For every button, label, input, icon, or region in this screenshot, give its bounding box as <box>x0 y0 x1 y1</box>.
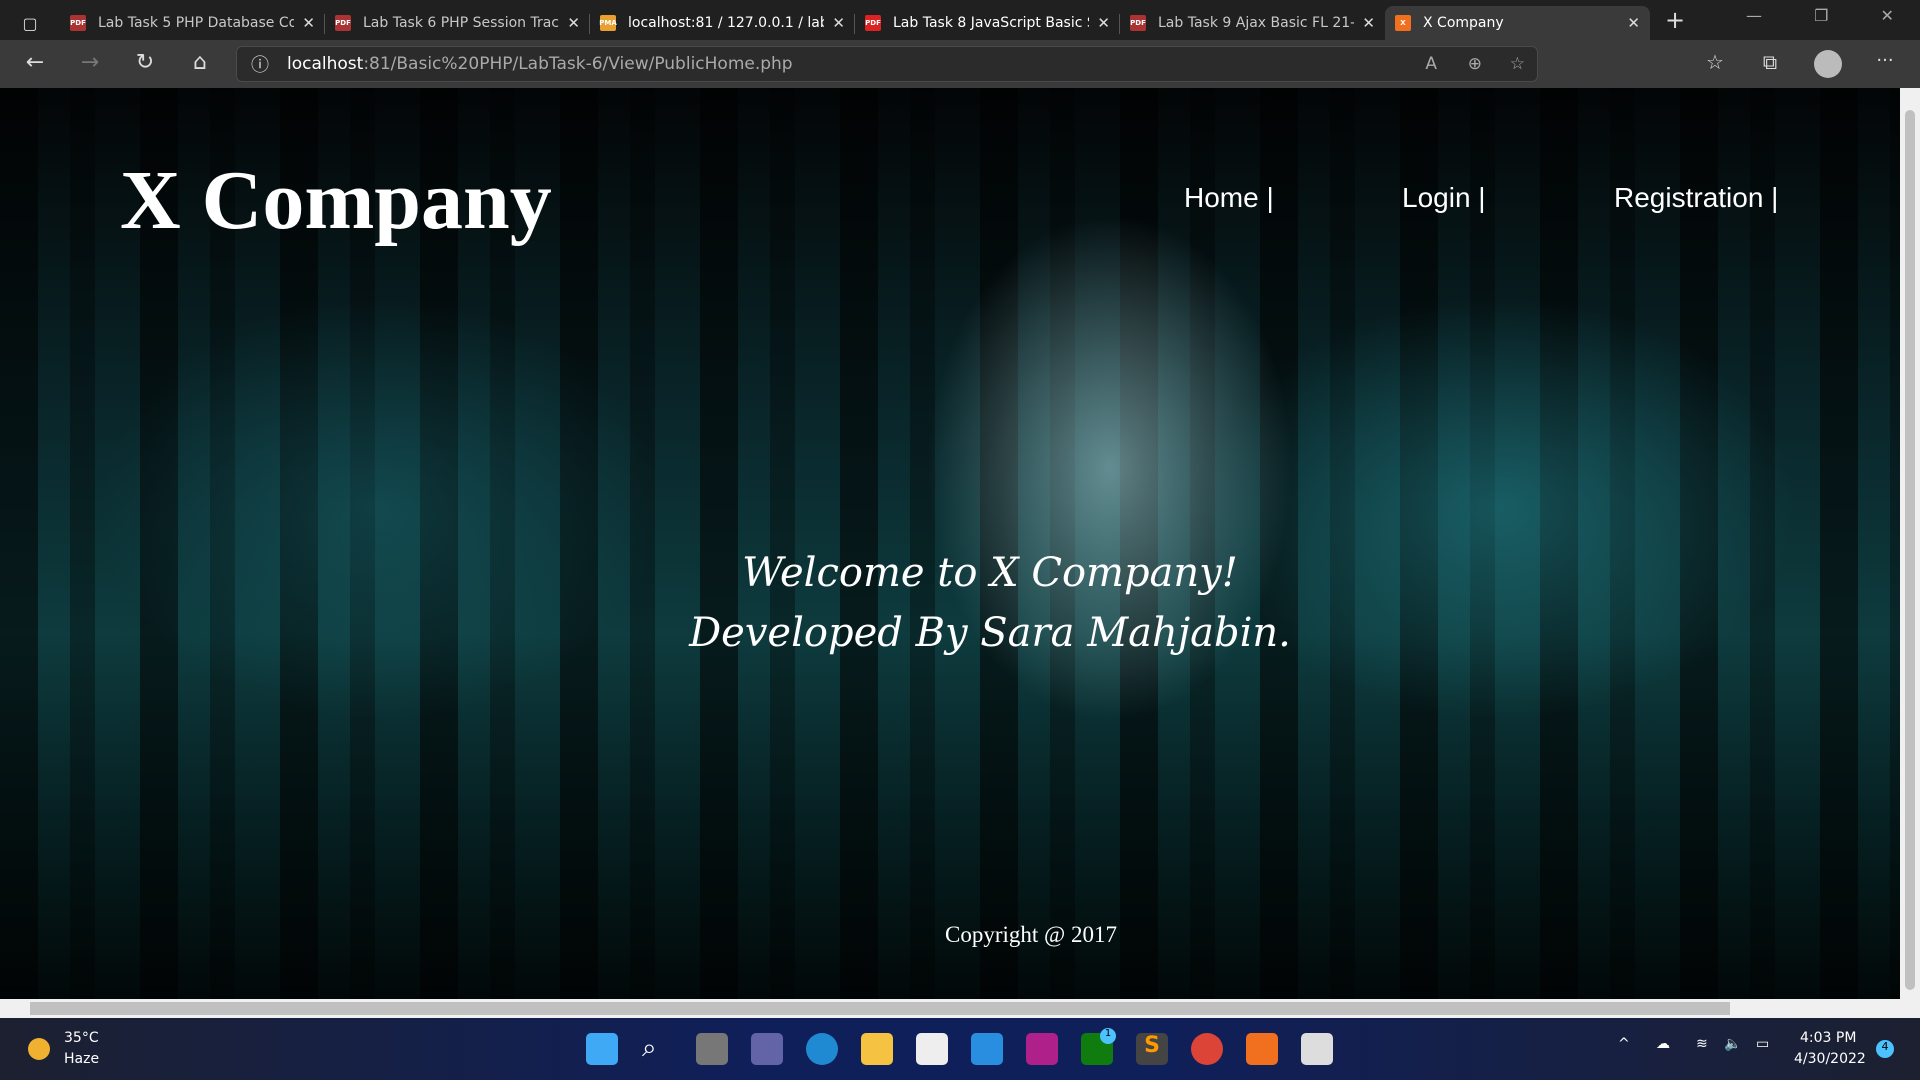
mail-icon[interactable] <box>971 1033 1003 1065</box>
collections-icon[interactable]: ⧉ <box>1755 50 1785 74</box>
notification-badge[interactable]: 4 <box>1876 1040 1894 1058</box>
nav-registration[interactable]: Registration | <box>1614 182 1778 214</box>
weather-temp[interactable]: 35°C <box>64 1030 99 1046</box>
search-icon[interactable]: ⌕ <box>642 1033 674 1065</box>
vertical-scrollbar[interactable] <box>1900 88 1920 999</box>
refresh-icon[interactable]: ↻ <box>130 50 160 75</box>
pdf-icon: PDF <box>1130 15 1146 31</box>
tab[interactable]: PMA localhost:81 / 127.0.0.1 / lab ✕ <box>590 6 855 40</box>
tab-active[interactable]: X X Company ✕ <box>1385 6 1650 40</box>
scrollbar-thumb[interactable] <box>30 1002 1730 1015</box>
tab-title: Lab Task 8 JavaScript Basic S <box>893 15 1090 31</box>
welcome-message: Welcome to X Company! Developed By Sara … <box>0 543 1900 663</box>
battery-icon[interactable]: ▭ <box>1756 1036 1769 1052</box>
minimize-button[interactable]: — <box>1746 6 1762 25</box>
close-icon[interactable]: ✕ <box>832 14 845 32</box>
copyright: Copyright @ 2017 <box>945 922 1117 947</box>
address-bar[interactable]: ⓘ localhost:81/Basic%20PHP/LabTask-6/Vie… <box>236 46 1538 82</box>
add-favorite-icon[interactable]: ☆ <box>1510 54 1525 74</box>
onedrive-icon[interactable]: ☁ <box>1656 1036 1670 1052</box>
nav-login[interactable]: Login | <box>1402 182 1486 214</box>
xampp-icon[interactable] <box>1246 1033 1278 1065</box>
clock-time[interactable]: 4:03 PM <box>1800 1030 1856 1046</box>
chrome-icon[interactable] <box>1191 1033 1223 1065</box>
weather-icon[interactable] <box>28 1038 50 1060</box>
xbox-badge: 1 <box>1100 1028 1116 1044</box>
tab[interactable]: PDF Lab Task 6 PHP Session Trac ✕ <box>325 6 590 40</box>
phpmyadmin-icon: PMA <box>599 15 617 31</box>
store-icon[interactable] <box>916 1033 948 1065</box>
close-icon[interactable]: ✕ <box>567 14 580 32</box>
weather-desc[interactable]: Haze <box>64 1051 99 1067</box>
restore-button[interactable]: ❐ <box>1814 6 1828 25</box>
site-logo: X Company <box>120 154 552 247</box>
xampp-icon: X <box>1395 15 1411 31</box>
close-window-button[interactable]: ✕ <box>1881 6 1894 25</box>
pdf-icon: PDF <box>70 15 86 31</box>
sublime-icon[interactable]: S <box>1136 1033 1168 1065</box>
url-host: localhost <box>287 54 364 74</box>
info-icon[interactable]: ⓘ <box>251 51 269 77</box>
home-icon[interactable]: ⌂ <box>185 50 215 75</box>
podcast-icon[interactable] <box>1026 1033 1058 1065</box>
snipping-tool-icon[interactable] <box>1301 1033 1333 1065</box>
zoom-icon[interactable]: ⊕ <box>1468 54 1482 74</box>
nav-home[interactable]: Home | <box>1184 182 1274 214</box>
tray-overflow-icon[interactable]: ^ <box>1618 1036 1630 1052</box>
tab-title: Lab Task 6 PHP Session Trac <box>363 15 559 31</box>
favorites-icon[interactable]: ☆ <box>1700 50 1730 74</box>
tab-title: Lab Task 9 Ajax Basic FL 21- <box>1158 15 1355 31</box>
pdf-icon: PDF <box>335 15 351 31</box>
more-icon[interactable]: ··· <box>1870 50 1900 71</box>
horizontal-scrollbar[interactable] <box>0 999 1920 1018</box>
wifi-icon[interactable]: ≋ <box>1696 1036 1708 1052</box>
developer-line: Developed By Sara Mahjabin. <box>689 610 1291 656</box>
close-icon[interactable]: ✕ <box>1362 14 1375 32</box>
tab-bar: ▢ PDF Lab Task 5 PHP Database Co ✕ PDF Lab … <box>0 0 1920 40</box>
clock-date[interactable]: 4/30/2022 <box>1794 1051 1866 1067</box>
tab-title: localhost:81 / 127.0.0.1 / lab <box>628 15 825 31</box>
tab[interactable]: PDF Lab Task 5 PHP Database Co ✕ <box>60 6 325 40</box>
scrollbar-thumb[interactable] <box>1905 110 1915 990</box>
close-icon[interactable]: ✕ <box>1627 14 1640 32</box>
file-explorer-icon[interactable] <box>861 1033 893 1065</box>
start-icon[interactable] <box>586 1033 618 1065</box>
volume-icon[interactable]: 🔈 <box>1724 1036 1741 1052</box>
new-tab-button[interactable]: + <box>1650 6 1700 40</box>
tab[interactable]: PDF Lab Task 8 JavaScript Basic S ✕ <box>855 6 1120 40</box>
close-icon[interactable]: ✕ <box>302 14 315 32</box>
page-content: X Company Home | Login | Registration | … <box>0 88 1900 999</box>
profile-avatar[interactable] <box>1814 50 1842 78</box>
address-toolbar: ← → ↻ ⌂ ⓘ localhost:81/Basic%20PHP/LabTa… <box>0 40 1920 88</box>
back-icon[interactable]: ← <box>20 50 50 75</box>
teams-chat-icon[interactable] <box>751 1033 783 1065</box>
tab-title: X Company <box>1423 15 1504 31</box>
welcome-line: Welcome to X Company! <box>742 550 1238 596</box>
taskbar: 35°C Haze ⌕ 1 S ^ ☁ ≋ 🔈 ▭ 4:03 PM 4/30/2… <box>0 1018 1920 1080</box>
tab[interactable]: PDF Lab Task 9 Ajax Basic FL 21- ✕ <box>1120 6 1385 40</box>
task-view-icon[interactable] <box>696 1033 728 1065</box>
pdf-icon: PDF <box>865 15 881 31</box>
tab-actions-icon[interactable]: ▢ <box>0 6 60 40</box>
edge-icon[interactable] <box>806 1033 838 1065</box>
url-path: :81/Basic%20PHP/LabTask-6/View/PublicHom… <box>363 54 793 74</box>
forward-icon[interactable]: → <box>75 50 105 75</box>
close-icon[interactable]: ✕ <box>1097 14 1110 32</box>
tab-title: Lab Task 5 PHP Database Co <box>98 15 295 31</box>
read-aloud-icon[interactable]: A <box>1425 54 1437 74</box>
